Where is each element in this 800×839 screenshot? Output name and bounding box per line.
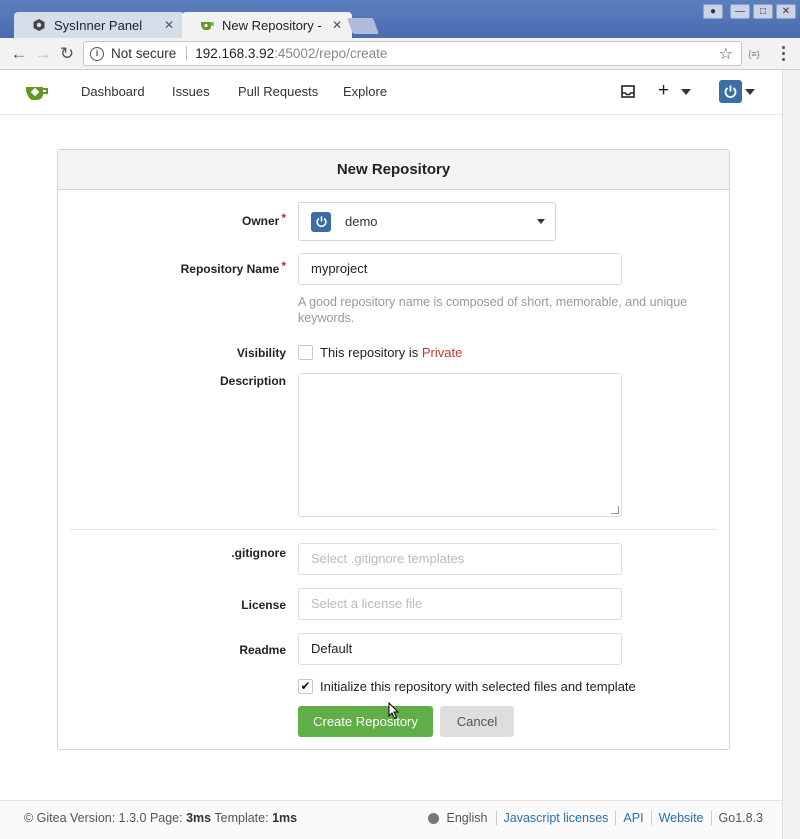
nav-issues[interactable]: Issues bbox=[172, 84, 210, 99]
required-mark: * bbox=[281, 259, 286, 273]
private-checkbox[interactable] bbox=[298, 345, 313, 360]
power-icon bbox=[315, 216, 327, 227]
footer-links: English Javascript licenses API Website … bbox=[427, 811, 763, 825]
readme-label: Readme bbox=[239, 643, 286, 657]
language-selector[interactable]: English bbox=[427, 811, 496, 825]
tab-close-icon[interactable]: ✕ bbox=[332, 18, 342, 32]
forward-button[interactable]: → bbox=[32, 43, 54, 65]
reload-button[interactable]: ↻ bbox=[56, 43, 78, 65]
chevron-down-icon bbox=[537, 219, 545, 224]
inbox-icon[interactable] bbox=[621, 85, 635, 98]
create-plus-icon[interactable]: + bbox=[658, 80, 669, 102]
tab-new-repository[interactable]: New Repository - Gi ✕ bbox=[182, 12, 352, 38]
tab-title: New Repository - Gi bbox=[222, 17, 326, 33]
required-mark: * bbox=[281, 211, 286, 225]
new-repository-form: New Repository Owner * demo Repository Na… bbox=[57, 149, 730, 750]
browser-toolbar: ← → ↻ i Not secure 192.168.3.92 :45002/r… bbox=[0, 38, 800, 70]
close-window-button[interactable]: ✕ bbox=[776, 4, 796, 19]
create-repository-button[interactable]: Create Repository bbox=[298, 706, 433, 737]
license-select[interactable]: Select a license file bbox=[298, 588, 622, 620]
tab-close-icon[interactable]: ✕ bbox=[164, 18, 174, 32]
page-footer: © Gitea Version: 1.3.0 Page: 3ms Templat… bbox=[0, 800, 782, 839]
license-label: License bbox=[241, 598, 286, 612]
mouse-cursor-icon bbox=[388, 702, 400, 720]
url-host: 192.168.3.92 bbox=[195, 46, 275, 61]
owner-value: demo bbox=[345, 214, 378, 229]
url-path: :45002/repo/create bbox=[274, 46, 388, 61]
bookmark-star-icon[interactable]: ☆ bbox=[719, 44, 733, 64]
user-menu-caret-icon[interactable] bbox=[745, 89, 755, 95]
create-dropdown-caret-icon[interactable] bbox=[681, 89, 691, 95]
description-label: Description bbox=[219, 374, 286, 388]
minimize-button[interactable]: — bbox=[730, 4, 750, 19]
back-button[interactable]: ← bbox=[8, 43, 30, 65]
owner-dropdown[interactable]: demo bbox=[298, 202, 556, 241]
footer-link-api[interactable]: API bbox=[615, 811, 650, 825]
url-separator bbox=[186, 46, 188, 61]
address-bar[interactable]: i Not secure 192.168.3.92 :45002/repo/cr… bbox=[83, 41, 742, 66]
sysinner-favicon-icon bbox=[33, 19, 45, 31]
globe-icon bbox=[427, 812, 439, 824]
info-icon[interactable]: i bbox=[90, 46, 104, 61]
gitea-logo-icon[interactable] bbox=[25, 82, 49, 102]
footer-link-website[interactable]: Website bbox=[650, 811, 711, 825]
owner-label: Owner * bbox=[241, 211, 286, 228]
repo-name-help: A good repository name is composed of sh… bbox=[298, 295, 688, 325]
description-textarea[interactable] bbox=[298, 373, 622, 517]
nav-pull-requests[interactable]: Pull Requests bbox=[238, 84, 318, 99]
repo-name-label: Repository Name * bbox=[180, 259, 286, 276]
extension-icon[interactable]: {≡} bbox=[746, 47, 762, 61]
nav-explore[interactable]: Explore bbox=[343, 84, 387, 99]
user-avatar[interactable] bbox=[719, 80, 742, 103]
browser-menu-icon[interactable] bbox=[776, 46, 790, 62]
readme-select[interactable]: Default bbox=[298, 633, 622, 665]
gitignore-select[interactable]: Select .gitignore templates bbox=[298, 543, 622, 575]
form-divider bbox=[70, 529, 717, 530]
init-checkbox[interactable]: ✔ bbox=[298, 679, 313, 694]
new-tab-button[interactable] bbox=[347, 18, 379, 34]
owner-avatar bbox=[311, 211, 331, 232]
browser-titlebar: SysInner Panel ✕ New Repository - Gi ✕ ●… bbox=[0, 0, 800, 38]
footer-link-js-licenses[interactable]: Javascript licenses bbox=[495, 811, 616, 825]
visibility-label: Visibility bbox=[236, 346, 286, 360]
site-header: Dashboard Issues Pull Requests Explore + bbox=[0, 70, 782, 115]
footer-version-info: © Gitea Version: 1.3.0 Page: 3ms Templat… bbox=[24, 811, 298, 825]
form-title: New Repository bbox=[58, 150, 729, 190]
init-text: Initialize this repository with selected… bbox=[320, 679, 636, 694]
cancel-button[interactable]: Cancel bbox=[440, 706, 514, 737]
go-version: Go1.8.3 bbox=[710, 811, 763, 825]
page-scrollbar[interactable] bbox=[782, 70, 800, 839]
nav-dashboard[interactable]: Dashboard bbox=[81, 84, 145, 99]
private-label: Private bbox=[421, 345, 463, 360]
visibility-text: This repository is Private bbox=[320, 345, 463, 360]
maximize-button[interactable]: □ bbox=[753, 4, 773, 19]
profile-icon[interactable]: ● bbox=[703, 4, 723, 19]
security-label[interactable]: Not secure bbox=[111, 46, 176, 61]
tab-sysinner-panel[interactable]: SysInner Panel ✕ bbox=[14, 12, 184, 38]
resize-handle-icon[interactable] bbox=[611, 506, 619, 514]
gitignore-label: .gitignore bbox=[231, 546, 286, 560]
tab-title: SysInner Panel bbox=[54, 17, 143, 33]
power-icon bbox=[724, 85, 737, 98]
gitea-favicon-icon bbox=[201, 22, 214, 30]
repo-name-input[interactable]: myproject bbox=[298, 253, 622, 285]
